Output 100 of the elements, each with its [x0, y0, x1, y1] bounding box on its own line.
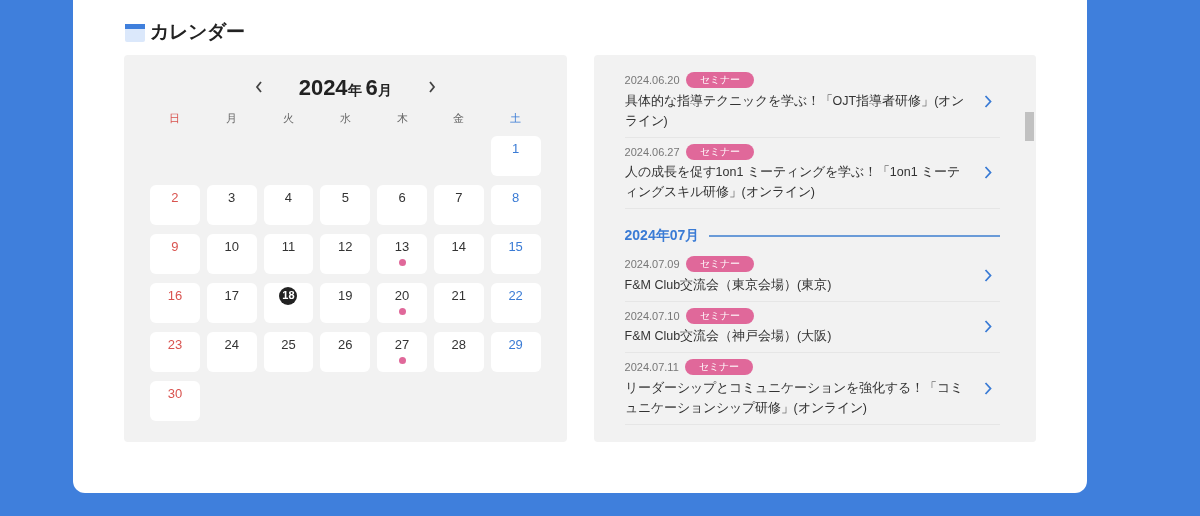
day-cell[interactable]: 11 — [263, 233, 314, 274]
day-number: 6 — [398, 188, 406, 207]
chevron-left-icon — [254, 81, 263, 93]
chevron-right-icon — [427, 81, 436, 93]
day-cell[interactable]: 8 — [490, 184, 541, 225]
day-number: 29 — [508, 335, 523, 354]
day-cell[interactable]: 27 — [377, 331, 427, 372]
day-cell[interactable]: 12 — [320, 233, 371, 274]
day-number: 22 — [508, 286, 523, 305]
weekday-label: 水 — [338, 111, 352, 126]
day-cell[interactable]: 2 — [150, 184, 200, 225]
day-number: 4 — [284, 188, 293, 207]
day-number: 19 — [338, 286, 353, 305]
event-title: F&M Club交流会（東京会場）(東京) — [624, 276, 833, 294]
day-cell[interactable]: 15 — [490, 233, 541, 274]
day-cell[interactable]: 30 — [150, 380, 200, 421]
day-number: 5 — [341, 188, 349, 207]
day-cell[interactable]: 14 — [433, 233, 484, 274]
day-number: 3 — [228, 188, 236, 207]
event-item[interactable]: 2024.06.20 セミナー 具体的な指導テクニックを学ぶ！「OJT指導者研修」(オンライン) — [624, 66, 1000, 138]
day-number: 27 — [394, 335, 410, 354]
day-cell[interactable]: 17 — [206, 282, 257, 323]
day-cell[interactable]: 5 — [320, 184, 371, 225]
day-number: 24 — [224, 335, 239, 354]
day-number: 16 — [167, 286, 183, 305]
event-date: 2024.06.27 — [624, 144, 680, 160]
day-cell[interactable]: 9 — [150, 233, 200, 274]
day-number: 12 — [338, 237, 353, 256]
day-number: 28 — [451, 335, 467, 354]
day-cell[interactable]: 23 — [150, 331, 200, 372]
weekday-label: 火 — [281, 111, 295, 126]
event-title: 人の成長を促す1on1 ミーティングを学ぶ！「1on1 ミーティングスキル研修」(オンライン) — [624, 164, 962, 201]
weekday-label: 日 — [168, 111, 182, 126]
event-date: 2024.07.11 — [624, 360, 679, 375]
category-tag: セミナー — [684, 359, 753, 376]
next-month-button[interactable] — [427, 81, 436, 93]
category-tag: セミナー — [685, 72, 754, 89]
chevron-right-icon — [984, 166, 992, 180]
day-number: 11 — [281, 237, 296, 256]
day-cell[interactable]: 4 — [263, 184, 314, 225]
weekday-label: 月 — [225, 111, 239, 126]
day-number: 18 — [279, 286, 298, 305]
day-cell[interactable]: 1 — [490, 135, 541, 176]
event-title: F&M Club交流会（神戸会場）(大阪) — [624, 328, 833, 345]
section-heading: カレンダー — [150, 19, 245, 44]
day-number: 15 — [508, 237, 523, 256]
day-cell[interactable]: 19 — [320, 282, 371, 323]
day-number: 17 — [224, 286, 239, 305]
day-number: 30 — [167, 384, 183, 403]
day-cell[interactable]: 25 — [263, 331, 314, 372]
day-cell[interactable]: 13 — [377, 233, 427, 274]
day-number: 2 — [171, 188, 179, 207]
day-cell[interactable]: 10 — [206, 233, 257, 274]
day-cell[interactable]: 18 — [263, 282, 314, 323]
day-number: 25 — [281, 335, 296, 354]
day-number: 20 — [394, 286, 410, 305]
chevron-right-icon — [984, 381, 992, 395]
weekday-label: 土 — [509, 111, 523, 126]
day-cell[interactable]: 16 — [150, 282, 200, 323]
day-cell[interactable]: 20 — [377, 282, 427, 323]
event-title: リーダーシップとコミュニケーションを強化する！「コミュニケーションシップ研修」(オンライン) — [624, 379, 964, 417]
chevron-right-icon — [984, 320, 992, 334]
event-item[interactable]: 2024.07.10 セミナー F&M Club交流会（神戸会場）(大阪) — [624, 301, 1000, 353]
day-cell[interactable]: 7 — [433, 184, 484, 225]
chevron-right-icon — [984, 94, 992, 108]
category-tag: セミナー — [685, 143, 754, 160]
day-cell[interactable]: 22 — [490, 282, 541, 323]
day-cell[interactable]: 28 — [433, 331, 484, 372]
day-number: 21 — [451, 286, 467, 305]
event-date: 2024.07.10 — [624, 308, 680, 324]
day-number: 13 — [394, 237, 410, 256]
event-date: 2024.07.09 — [624, 257, 680, 272]
category-tag: セミナー — [685, 256, 754, 273]
day-number: 26 — [338, 335, 353, 354]
day-cell[interactable]: 26 — [320, 331, 371, 372]
day-cell[interactable]: 21 — [433, 282, 484, 323]
event-item[interactable]: 2024.07.11 セミナー リーダーシップとコミュニケーションを強化する！「コミュニケーションシップ研修」(オンライン) — [624, 353, 1000, 425]
previous-month-button[interactable] — [254, 81, 263, 93]
day-number: 8 — [512, 188, 520, 207]
day-cell[interactable]: 6 — [377, 184, 427, 225]
weekday-label: 木 — [395, 111, 409, 126]
month-title: 2024年 6月 — [298, 73, 392, 102]
calendar-icon — [124, 21, 146, 43]
event-date: 2024.06.20 — [624, 73, 680, 88]
event-item[interactable]: 2024.06.27 セミナー 人の成長を促す1on1 ミーティングを学ぶ！「1on1 ミーティングスキル研修」(オンライン) — [624, 137, 1000, 209]
event-item[interactable]: 2024.07.09 セミナー F&M Club交流会（東京会場）(東京) — [624, 250, 1000, 302]
day-number: 9 — [171, 237, 179, 256]
chevron-right-icon — [984, 268, 992, 282]
day-cell[interactable]: 3 — [206, 184, 257, 225]
day-number: 1 — [512, 139, 520, 158]
day-cell[interactable]: 29 — [490, 331, 541, 372]
day-number: 23 — [167, 335, 183, 354]
day-cell[interactable]: 24 — [206, 331, 257, 372]
event-title: 具体的な指導テクニックを学ぶ！「OJT指導者研修」(オンライン) — [624, 92, 966, 130]
month-heading: 2024年07月 — [624, 226, 700, 245]
day-number: 7 — [455, 188, 463, 207]
category-tag: セミナー — [685, 307, 754, 324]
day-number: 14 — [451, 237, 467, 256]
day-number: 10 — [224, 237, 239, 256]
weekday-label: 金 — [452, 111, 466, 126]
